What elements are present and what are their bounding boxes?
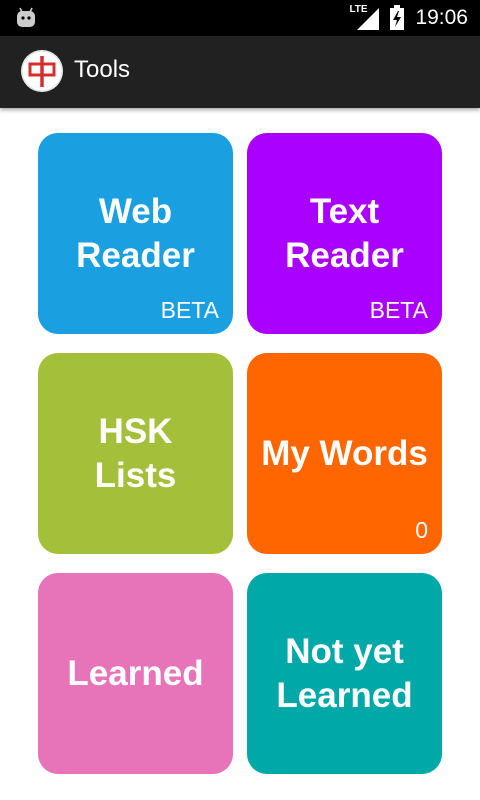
- status-bar: LTE 19:06: [0, 0, 480, 36]
- learned-tile[interactable]: Learned: [38, 573, 233, 774]
- word-count-badge: 0: [415, 517, 428, 543]
- hsk-lists-tile[interactable]: HSK Lists: [38, 353, 233, 554]
- my-words-tile[interactable]: My Words 0: [247, 353, 442, 554]
- beta-badge: BETA: [160, 297, 219, 323]
- not-yet-learned-tile[interactable]: Not yet Learned: [247, 573, 442, 774]
- app-logo-icon[interactable]: [21, 50, 63, 92]
- signal-icon: [357, 8, 380, 30]
- clock: 19:06: [415, 6, 468, 29]
- web-reader-tile[interactable]: Web Reader BETA: [38, 133, 233, 334]
- action-bar: Tools: [0, 36, 480, 108]
- learned-label: Learned: [67, 653, 204, 693]
- android-icon: [17, 7, 35, 27]
- tools-grid: Web Reader BETA Text Reader BETA HSK Lis…: [38, 133, 442, 775]
- web-reader-label: Web Reader: [76, 191, 195, 275]
- text-reader-tile[interactable]: Text Reader BETA: [247, 133, 442, 334]
- my-words-label: My Words: [261, 433, 428, 473]
- not-yet-learned-label: Not yet Learned: [276, 631, 413, 715]
- page-title: Tools: [74, 56, 131, 83]
- text-reader-label: Text Reader: [285, 191, 404, 275]
- hsk-lists-label: HSK Lists: [94, 411, 177, 495]
- beta-badge: BETA: [369, 297, 428, 323]
- battery-charging-icon: [390, 5, 405, 30]
